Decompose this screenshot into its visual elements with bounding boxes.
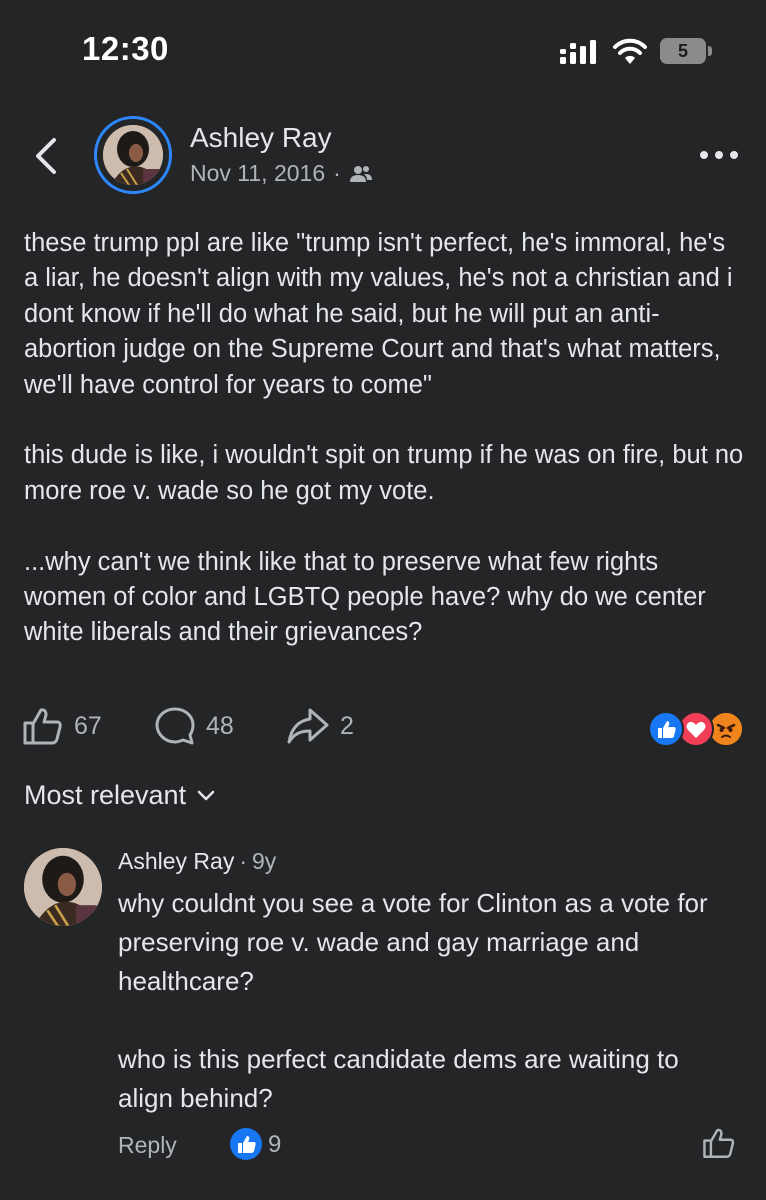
like-count: 67 <box>74 711 102 740</box>
battery-icon: 5 <box>660 38 712 66</box>
status-bar: 12:30 5 <box>0 0 766 100</box>
comment-like-count[interactable]: 9 <box>268 1131 281 1159</box>
comment-count: 48 <box>206 711 234 740</box>
comment-button[interactable]: 48 <box>154 703 234 749</box>
comment-like-thumbs-up-icon[interactable] <box>702 1126 736 1160</box>
battery-level: 5 <box>677 41 688 61</box>
friends-icon <box>349 165 372 182</box>
like-reaction-icon <box>648 711 684 747</box>
comment-paragraph: who is this perfect candidate dems are w… <box>118 1044 679 1113</box>
comment-text: why couldnt you see a vote for Clinton a… <box>118 884 738 1157</box>
post-paragraph: these trump ppl are like "trump isn't pe… <box>24 229 733 399</box>
back-chevron-icon[interactable] <box>30 136 64 176</box>
status-time: 12:30 <box>82 30 169 67</box>
post-actions: 67 48 2 <box>22 703 752 749</box>
reaction-summary[interactable] <box>648 711 748 747</box>
comment-header: Ashley Ray · 9y <box>118 848 276 875</box>
comment-author-avatar[interactable] <box>24 848 102 926</box>
comment-footer: Reply 9 <box>118 1126 748 1166</box>
comment-author-name[interactable]: Ashley Ray <box>118 848 234 875</box>
comment-timestamp: 9y <box>252 848 277 874</box>
chevron-down-icon <box>197 790 215 800</box>
wifi-icon <box>613 38 647 64</box>
share-count: 2 <box>340 711 354 740</box>
author-avatar[interactable] <box>94 116 172 194</box>
share-arrow-icon <box>287 708 329 744</box>
post-meta: Nov 11, 2016 · <box>190 160 373 187</box>
post-paragraph: this dude is like, i wouldn't spit on tr… <box>24 441 744 505</box>
more-options-icon[interactable] <box>698 145 740 165</box>
comment-sort-dropdown[interactable]: Most relevant <box>24 780 216 811</box>
avatar-image <box>103 125 163 185</box>
post-author-name[interactable]: Ashley Ray <box>190 122 332 154</box>
reply-button[interactable]: Reply <box>118 1132 177 1159</box>
comment-paragraph: why couldnt you see a vote for Clinton a… <box>118 888 708 996</box>
comment-like-reaction-icon <box>230 1128 262 1160</box>
post-paragraph: ...why can't we think like that to prese… <box>24 547 706 647</box>
meta-separator: · <box>333 160 341 186</box>
comment-bubble-icon <box>155 707 195 745</box>
comment-separator: · <box>239 848 247 874</box>
like-button[interactable]: 67 <box>22 703 102 749</box>
cellular-signal-icon <box>560 40 596 64</box>
post-text: these trump ppl are like "trump isn't pe… <box>24 226 744 686</box>
thumbs-up-icon <box>23 708 62 745</box>
share-button[interactable]: 2 <box>286 703 354 749</box>
sort-label: Most relevant <box>24 780 187 810</box>
post-date[interactable]: Nov 11, 2016 <box>190 160 325 187</box>
